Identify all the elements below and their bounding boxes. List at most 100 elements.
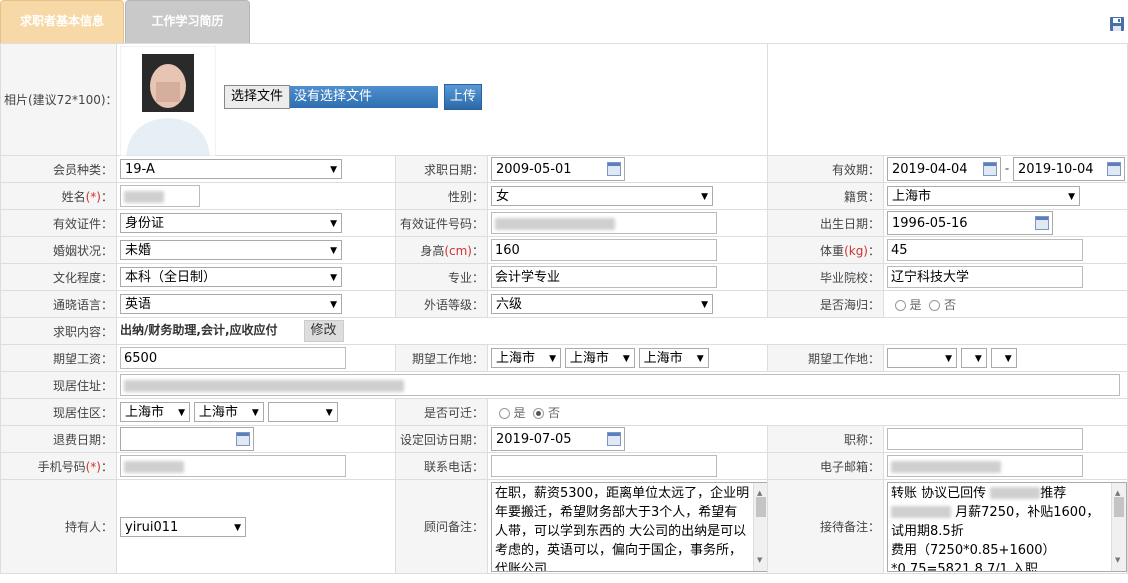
- birth-date-label: 出生日期：: [767, 209, 885, 237]
- weight-input[interactable]: 45: [887, 239, 1084, 261]
- holder-label: 持有人：: [0, 479, 117, 574]
- relocate-label: 是否可迁：: [395, 398, 488, 426]
- address-input[interactable]: [120, 374, 1120, 396]
- mobile-input[interactable]: [120, 455, 346, 477]
- callback-date-input[interactable]: 2019-07-05: [491, 427, 625, 451]
- school-label: 毕业院校：: [767, 263, 885, 291]
- calendar-icon[interactable]: [607, 432, 621, 446]
- work-place-select-1[interactable]: 上海市 ▼: [491, 348, 561, 368]
- language-select[interactable]: 英语 ▼: [120, 294, 342, 314]
- mobile-label: 手机号码(*)：: [0, 452, 117, 480]
- work-place-select-3[interactable]: 上海市 ▼: [638, 348, 709, 368]
- callback-date-label: 设定回访日期：: [395, 425, 488, 453]
- work-place-2-select-1[interactable]: ▼: [887, 348, 958, 368]
- height-input[interactable]: 160: [491, 239, 717, 261]
- salary-label: 期望工资：: [0, 344, 117, 372]
- calendar-icon[interactable]: [1107, 162, 1122, 176]
- gender-label: 性别：: [395, 182, 488, 210]
- scrollbar[interactable]: ▲ ▼: [753, 482, 767, 571]
- salary-input[interactable]: 6500: [120, 347, 346, 369]
- major-label: 专业：: [395, 263, 488, 291]
- overseas-no-text: 否: [943, 297, 956, 312]
- id-type-label: 有效证件：: [0, 209, 117, 237]
- tab-bar: 求职者基本信息 工作学习简历: [0, 0, 1128, 45]
- phone-label: 联系电话：: [395, 452, 488, 480]
- id-number-label: 有效证件号码：: [395, 209, 488, 237]
- school-input[interactable]: 辽宁科技大学: [887, 266, 1084, 288]
- address-label: 现居住址：: [0, 371, 117, 399]
- work-place-select-2[interactable]: 上海市 ▼: [564, 348, 635, 368]
- district-select-3[interactable]: ▼: [267, 402, 338, 422]
- save-icon[interactable]: [1109, 16, 1125, 32]
- valid-from-input[interactable]: 2019-04-04: [887, 157, 1002, 181]
- member-type-label: 会员种类：: [0, 155, 117, 183]
- calendar-icon[interactable]: [983, 162, 998, 176]
- member-type-select[interactable]: 19-A ▼: [120, 159, 342, 179]
- refund-date-label: 退费日期：: [0, 425, 117, 453]
- job-content-value: 出纳/财务助理,会计,应收应付: [120, 323, 278, 337]
- calendar-icon[interactable]: [236, 432, 250, 446]
- relocate-no-text: 否: [547, 405, 560, 420]
- education-label: 文化程度：: [0, 263, 117, 291]
- overseas-label: 是否海归：: [767, 290, 885, 318]
- upload-button[interactable]: 上传: [444, 84, 483, 110]
- height-label: 身高(cm)：: [395, 236, 488, 264]
- work-place-2-label: 期望工作地：: [767, 344, 885, 372]
- modify-button[interactable]: 修改: [303, 320, 344, 342]
- id-number-input[interactable]: [491, 212, 717, 234]
- work-place-2-select-3[interactable]: ▼: [990, 348, 1017, 368]
- advisor-note-textarea[interactable]: 在职，薪资5300，距离单位太远了，企业明年要搬迁，希望财务部大于3个人，希望有…: [491, 481, 767, 572]
- marital-label: 婚姻状况：: [0, 236, 117, 264]
- reception-note-label: 接待备注：: [767, 479, 885, 574]
- education-select[interactable]: 本科（全日制） ▼: [120, 267, 342, 287]
- phone-input[interactable]: [491, 455, 717, 477]
- overseas-yes-radio[interactable]: [894, 299, 906, 311]
- language-level-select[interactable]: 六级 ▼: [491, 294, 713, 314]
- language-label: 通晓语言：: [0, 290, 117, 318]
- tab-work-study-resume[interactable]: 工作学习简历: [125, 0, 250, 45]
- holder-select[interactable]: yirui011 ▼: [120, 516, 246, 537]
- relocate-no-radio[interactable]: [533, 407, 545, 419]
- work-place-2-select-2[interactable]: ▼: [960, 348, 987, 368]
- work-place-label: 期望工作地：: [395, 344, 488, 372]
- photo-label: 相片(建议72*100)：: [0, 43, 117, 156]
- marital-select[interactable]: 未婚 ▼: [120, 240, 342, 260]
- district-label: 现居住区：: [0, 398, 117, 426]
- advisor-note-label: 顾问备注：: [395, 479, 488, 574]
- valid-to-input[interactable]: 2019-10-04: [1013, 157, 1126, 181]
- reception-note-textarea[interactable]: 转账 协议已回传 推荐 月薪7250，补贴1600，试用期8.5折 费用（7250…: [887, 481, 1127, 572]
- date-separator: -: [1004, 161, 1010, 176]
- relocate-yes-text: 是: [513, 405, 526, 420]
- gender-select[interactable]: 女 ▼: [491, 186, 713, 206]
- birth-date-input[interactable]: 1996-05-16: [887, 211, 1054, 235]
- calendar-icon[interactable]: [1035, 216, 1050, 230]
- native-place-select[interactable]: 上海市 ▼: [887, 186, 1081, 206]
- major-input[interactable]: 会计学专业: [491, 266, 717, 288]
- name-input[interactable]: [120, 185, 200, 207]
- district-select-2[interactable]: 上海市 ▼: [193, 402, 264, 422]
- job-date-label: 求职日期：: [395, 155, 488, 183]
- overseas-yes-text: 是: [909, 297, 922, 312]
- relocate-yes-radio[interactable]: [498, 407, 510, 419]
- job-date-input[interactable]: 2009-05-01: [491, 157, 625, 181]
- district-select-1[interactable]: 上海市 ▼: [120, 402, 190, 422]
- email-label: 电子邮箱：: [767, 452, 885, 480]
- id-type-select[interactable]: 身份证 ▼: [120, 213, 342, 233]
- email-input[interactable]: [887, 455, 1084, 477]
- file-name-display: 没有选择文件: [290, 86, 439, 108]
- job-content-label: 求职内容：: [0, 317, 117, 345]
- choose-file-button[interactable]: 选择文件: [224, 85, 291, 109]
- valid-period-label: 有效期：: [767, 155, 885, 183]
- refund-date-input[interactable]: [120, 427, 254, 451]
- weight-label: 体重(kg)：: [767, 236, 885, 264]
- native-place-label: 籍贯：: [767, 182, 885, 210]
- title-input[interactable]: [887, 428, 1084, 450]
- profile-photo: [120, 46, 216, 156]
- name-label: 姓名(*)：: [0, 182, 117, 210]
- calendar-icon[interactable]: [607, 162, 621, 176]
- scrollbar[interactable]: ▲ ▼: [1111, 482, 1127, 571]
- language-level-label: 外语等级：: [395, 290, 488, 318]
- tab-basic-info[interactable]: 求职者基本信息: [0, 0, 124, 45]
- title-label: 职称：: [767, 425, 885, 453]
- overseas-no-radio[interactable]: [929, 299, 941, 311]
